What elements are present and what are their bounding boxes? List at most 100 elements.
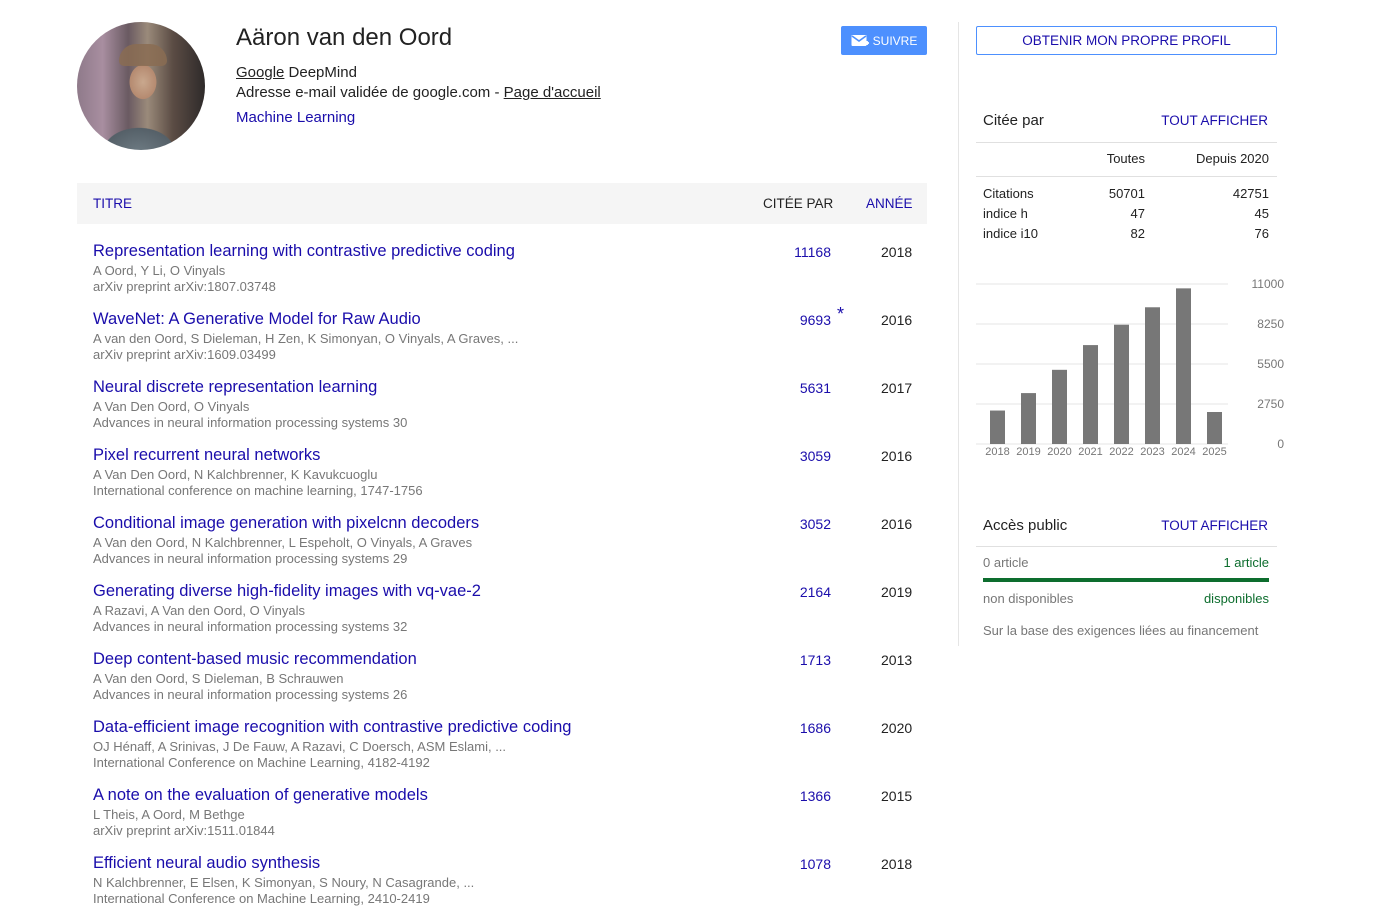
stats-label[interactable]: Citations	[983, 186, 1034, 201]
article-year: 2018	[881, 244, 913, 260]
homepage-link[interactable]: Page d'accueil	[504, 84, 601, 101]
public-access-show-all-link[interactable]: TOUT AFFICHER	[1161, 518, 1268, 533]
chart-xtick-label[interactable]: 2021	[1078, 446, 1102, 458]
stats-head-since: Depuis 2020	[1196, 151, 1269, 166]
email-line: Adresse e-mail validée de google.com - P…	[236, 84, 601, 101]
funding-note: Sur la base des exigences liées au finan…	[983, 623, 1259, 638]
stats-since: 76	[1254, 226, 1269, 241]
column-title[interactable]: TITRE	[93, 196, 132, 211]
article-year: 2017	[881, 380, 913, 396]
article-cited-by-link[interactable]: 11168	[794, 244, 831, 260]
stats-label[interactable]: indice h	[983, 206, 1028, 221]
follow-button[interactable]: SUIVRE	[841, 26, 927, 55]
article-title-link[interactable]: Generating diverse high-fidelity images …	[93, 582, 481, 601]
article-venue: International conference on machine lear…	[93, 483, 423, 498]
chart-bar-2020[interactable]	[1052, 369, 1067, 444]
article-cited-by-link[interactable]: 1078	[800, 856, 831, 872]
article-title-link[interactable]: Deep content-based music recommendation	[93, 650, 417, 669]
article-authors: N Kalchbrenner, E Elsen, K Simonyan, S N…	[93, 875, 475, 890]
chart-xtick-label[interactable]: 2018	[985, 446, 1009, 458]
public-access-bar	[983, 578, 1269, 582]
article-title-link[interactable]: Efficient neural audio synthesis	[93, 854, 320, 873]
public-access-title: Accès public	[983, 517, 1068, 534]
article-title-link[interactable]: Conditional image generation with pixelc…	[93, 514, 479, 533]
follow-label: SUIVRE	[872, 33, 918, 48]
email-follow-icon	[851, 34, 869, 46]
article-authors: A Van den Oord, S Dieleman, B Schrauwen	[93, 671, 344, 686]
chart-bar-2025[interactable]	[1207, 412, 1222, 444]
article-authors: A Van den Oord, N Kalchbrenner, L Espeho…	[93, 535, 473, 550]
chart-ytick-label: 0	[1277, 437, 1284, 451]
article-cited-by-link[interactable]: 1713	[800, 652, 831, 668]
article-authors: A Van Den Oord, O Vinyals	[93, 399, 250, 414]
article-year: 2015	[881, 788, 913, 804]
stats-all: 82	[1130, 226, 1145, 241]
article-title-link[interactable]: Neural discrete representation learning	[93, 378, 377, 397]
chart-bar-2022[interactable]	[1114, 324, 1129, 444]
chart-bar-2024[interactable]	[1176, 288, 1191, 444]
article-authors: OJ Hénaff, A Srinivas, J De Fauw, A Raza…	[93, 739, 507, 754]
get-own-profile-button[interactable]: OBTENIR MON PROPRE PROFIL	[976, 26, 1277, 55]
stats-all: 47	[1130, 206, 1145, 221]
merged-citations-marker[interactable]: *	[837, 304, 844, 325]
table-row: WaveNet: A Generative Model for Raw Audi…	[77, 304, 927, 378]
interest-link[interactable]: Machine Learning	[236, 109, 355, 126]
profile-name: Aäron van den Oord	[236, 24, 453, 51]
chart-xtick-label[interactable]: 2022	[1109, 446, 1133, 458]
chart-bar-2018[interactable]	[990, 410, 1005, 444]
citations-per-year-chart: 11000 8250 5500 2750 0 2018 2019 2020 2021 2022 20…	[976, 277, 1285, 458]
chart-bar-2021[interactable]	[1083, 345, 1098, 444]
article-year: 2016	[881, 448, 913, 464]
stats-all: 50701	[1108, 186, 1145, 201]
chart-ytick-label: 5500	[1257, 357, 1284, 371]
article-title-link[interactable]: A note on the evaluation of generative m…	[93, 786, 428, 805]
stats-row: indice h 47 45	[976, 206, 1269, 224]
available-label: disponibles	[1203, 591, 1269, 606]
article-cited-by-link[interactable]: 3052	[800, 516, 831, 532]
article-year: 2016	[881, 516, 913, 532]
article-year: 2019	[881, 584, 913, 600]
column-year[interactable]: ANNÉE	[866, 196, 913, 211]
chart-xtick-label[interactable]: 2024	[1171, 446, 1195, 458]
article-venue: Advances in neural information processin…	[93, 551, 408, 566]
stats-label[interactable]: indice i10	[983, 226, 1038, 241]
chart-bar-2023[interactable]	[1145, 307, 1160, 444]
article-title-link[interactable]: Pixel recurrent neural networks	[93, 446, 320, 465]
article-cited-by-link[interactable]: 9693	[800, 312, 831, 328]
article-cited-by-link[interactable]: 1686	[800, 720, 831, 736]
article-venue: Advances in neural information processin…	[93, 619, 408, 634]
table-row: Neural discrete representation learning A…	[77, 378, 927, 446]
table-row: Deep content-based music recommendation A…	[77, 650, 927, 718]
stats-row: Citations 50701 42751	[976, 186, 1269, 204]
article-authors: A Oord, Y Li, O Vinyals	[93, 263, 226, 278]
unavailable-count-link[interactable]: 0 article	[983, 555, 1029, 570]
available-count-link[interactable]: 1 article	[1223, 555, 1269, 570]
affiliation-link[interactable]: Google	[236, 64, 284, 81]
article-title-link[interactable]: Data-efficient image recognition with co…	[93, 718, 571, 737]
email-text: Adresse e-mail validée de google.com -	[236, 84, 504, 101]
chart-ytick-label: 2750	[1257, 397, 1284, 411]
stats-since: 42751	[1232, 186, 1269, 201]
table-header: TITRE CITÉE PAR ANNÉE	[77, 183, 927, 224]
chart-bar-2019[interactable]	[1021, 393, 1036, 444]
chart-ytick-label: 11000	[1252, 277, 1285, 291]
article-cited-by-link[interactable]: 1366	[800, 788, 831, 804]
chart-xtick-label[interactable]: 2025	[1202, 446, 1226, 458]
article-venue: Advances in neural information processin…	[93, 687, 408, 702]
table-row: Pixel recurrent neural networks A Van Den…	[77, 446, 927, 514]
chart-xtick-label[interactable]: 2020	[1047, 446, 1071, 458]
article-title-link[interactable]: Representation learning with contrastive…	[93, 242, 515, 261]
article-cited-by-link[interactable]: 3059	[800, 448, 831, 464]
affiliation-text: DeepMind	[284, 64, 357, 81]
column-divider	[958, 22, 959, 646]
article-venue: International Conference on Machine Lear…	[93, 891, 430, 906]
chart-xtick-label[interactable]: 2019	[1016, 446, 1040, 458]
article-authors: A Van Den Oord, N Kalchbrenner, K Kavukc…	[93, 467, 378, 482]
stats-row: indice i10 82 76	[976, 226, 1269, 244]
article-cited-by-link[interactable]: 5631	[800, 380, 831, 396]
chart-xtick-label[interactable]: 2023	[1140, 446, 1164, 458]
article-cited-by-link[interactable]: 2164	[800, 584, 831, 600]
table-row: Efficient neural audio synthesis N Kalchb…	[77, 854, 927, 922]
article-title-link[interactable]: WaveNet: A Generative Model for Raw Audi…	[93, 310, 421, 329]
cited-by-show-all-link[interactable]: TOUT AFFICHER	[1161, 113, 1268, 128]
